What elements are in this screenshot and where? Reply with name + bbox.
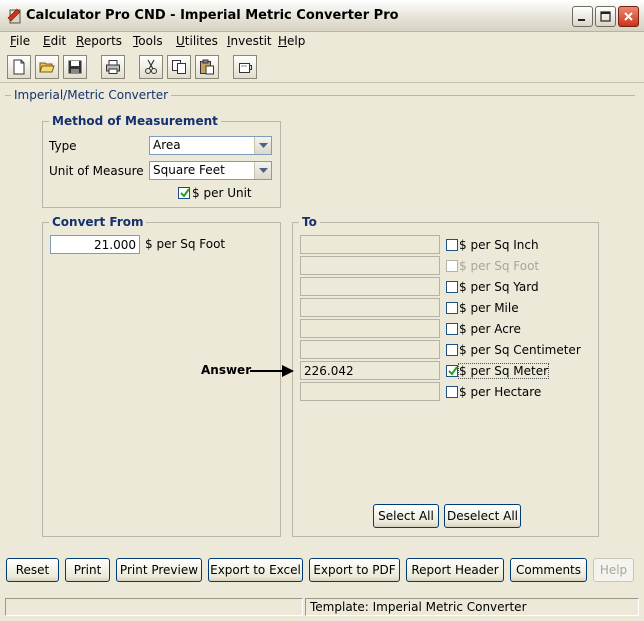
per-unit-label: $ per Unit <box>192 186 252 200</box>
unit-select-value: Square Feet <box>153 163 225 177</box>
converter-panel: Imperial/Metric Converter Method of Meas… <box>5 85 638 551</box>
result-field <box>300 319 440 338</box>
calculator-app-icon[interactable] <box>7 8 23 24</box>
menu-utilities[interactable]: Utilites <box>176 34 218 48</box>
panel-title: Imperial/Metric Converter <box>11 88 172 102</box>
convert-from-value: 21.000 <box>94 238 136 252</box>
hectare-label: $ per Hectare <box>459 385 542 399</box>
chevron-down-icon <box>254 137 271 154</box>
acre-checkbox[interactable] <box>446 323 458 335</box>
paste-icon <box>200 59 214 75</box>
sq-centimeter-label: $ per Sq Centimeter <box>459 343 581 357</box>
close-button[interactable] <box>618 6 639 27</box>
menu-bar: File Edit Reports Tools Utilites Investi… <box>0 32 644 52</box>
print-button[interactable]: Print <box>65 558 110 582</box>
window-title: Calculator Pro CND - Imperial Metric Con… <box>26 8 399 23</box>
copy-button[interactable] <box>167 55 191 79</box>
sq-centimeter-checkbox[interactable] <box>446 344 458 356</box>
cut-scissors-icon <box>145 59 157 74</box>
chevron-down-icon <box>254 162 271 179</box>
printer-icon <box>106 60 120 74</box>
type-select-value: Area <box>153 138 181 152</box>
checkmark-icon <box>180 188 190 198</box>
deselect-all-button[interactable]: Deselect All <box>444 504 521 528</box>
close-icon <box>624 12 633 21</box>
checkmark-icon <box>448 366 458 376</box>
select-all-button[interactable]: Select All <box>373 504 439 528</box>
new-button[interactable] <box>7 55 31 79</box>
menu-tools[interactable]: Tools <box>133 34 163 48</box>
reset-button[interactable]: Reset <box>6 558 59 582</box>
convert-from-input[interactable]: 21.000 <box>50 235 140 254</box>
status-cell-left <box>5 598 303 616</box>
help-button: Help <box>593 558 634 582</box>
print-tool-button[interactable] <box>101 55 125 79</box>
per-unit-checkbox[interactable] <box>178 187 190 199</box>
cut-button[interactable] <box>139 55 163 79</box>
sq-yard-checkbox[interactable] <box>446 281 458 293</box>
maximize-button[interactable] <box>595 6 616 27</box>
menu-investit[interactable]: Investit <box>227 34 272 48</box>
type-label: Type <box>49 139 77 153</box>
acre-label: $ per Acre <box>459 322 521 336</box>
result-field <box>300 256 440 275</box>
menu-help[interactable]: Help <box>278 34 305 48</box>
to-group-title: To <box>299 215 320 229</box>
method-group-title: Method of Measurement <box>49 114 221 128</box>
sq-foot-checkbox <box>446 260 458 272</box>
convert-from-title: Convert From <box>49 215 147 229</box>
unit-select[interactable]: Square Feet <box>149 161 272 180</box>
sq-meter-result-value: 226.042 <box>304 364 354 378</box>
paste-button[interactable] <box>195 55 219 79</box>
save-button[interactable] <box>63 55 87 79</box>
copy-icon <box>172 60 186 74</box>
sq-meter-label: $ per Sq Meter <box>457 363 550 379</box>
sq-foot-label: $ per Sq Foot <box>459 259 540 273</box>
toolbar <box>0 53 644 83</box>
status-template: Template: Imperial Metric Converter <box>305 598 639 616</box>
export-excel-button[interactable]: Export to Excel <box>208 558 303 582</box>
hectare-checkbox[interactable] <box>446 386 458 398</box>
new-document-icon <box>13 59 25 75</box>
to-group: To $ per Sq Inch $ per Sq Foot $ per Sq … <box>292 215 599 537</box>
minimize-icon <box>578 19 585 21</box>
mile-checkbox[interactable] <box>446 302 458 314</box>
method-group: Method of Measurement Type Area Unit of … <box>42 114 281 208</box>
report-header-button[interactable]: Report Header <box>406 558 504 582</box>
result-field <box>300 235 440 254</box>
save-disk-icon <box>68 60 82 74</box>
result-field <box>300 277 440 296</box>
menu-file[interactable]: File <box>10 34 30 48</box>
title-bar: Calculator Pro CND - Imperial Metric Con… <box>0 0 644 32</box>
sq-inch-label: $ per Sq Inch <box>459 238 539 252</box>
unit-label: Unit of Measure <box>49 164 144 178</box>
sq-meter-result-field: 226.042 <box>300 361 440 380</box>
comments-button[interactable]: Comments <box>510 558 587 582</box>
sq-inch-checkbox[interactable] <box>446 239 458 251</box>
answer-annotation-label: Answer <box>201 363 252 377</box>
print-preview-button[interactable]: Print Preview <box>116 558 202 582</box>
result-field <box>300 298 440 317</box>
sq-yard-label: $ per Sq Yard <box>459 280 539 294</box>
result-field <box>300 382 440 401</box>
convert-from-group: Convert From 21.000 $ per Sq Foot <box>42 215 281 537</box>
arrow-right-icon <box>250 365 294 377</box>
sq-meter-checkbox[interactable] <box>446 365 458 377</box>
open-button[interactable] <box>35 55 59 79</box>
open-folder-icon <box>39 62 55 73</box>
menu-edit[interactable]: Edit <box>43 34 66 48</box>
result-field <box>300 340 440 359</box>
calculator-tool-icon <box>239 63 252 73</box>
menu-reports[interactable]: Reports <box>76 34 122 48</box>
type-select[interactable]: Area <box>149 136 272 155</box>
export-pdf-button[interactable]: Export to PDF <box>309 558 400 582</box>
calculator-tool-button[interactable] <box>233 55 257 79</box>
status-bar: Template: Imperial Metric Converter <box>5 598 639 616</box>
convert-from-unit: $ per Sq Foot <box>145 237 226 251</box>
status-template-text: Template: Imperial Metric Converter <box>310 600 527 614</box>
mile-label: $ per Mile <box>459 301 519 315</box>
maximize-icon <box>600 11 611 22</box>
minimize-button[interactable] <box>572 6 593 27</box>
